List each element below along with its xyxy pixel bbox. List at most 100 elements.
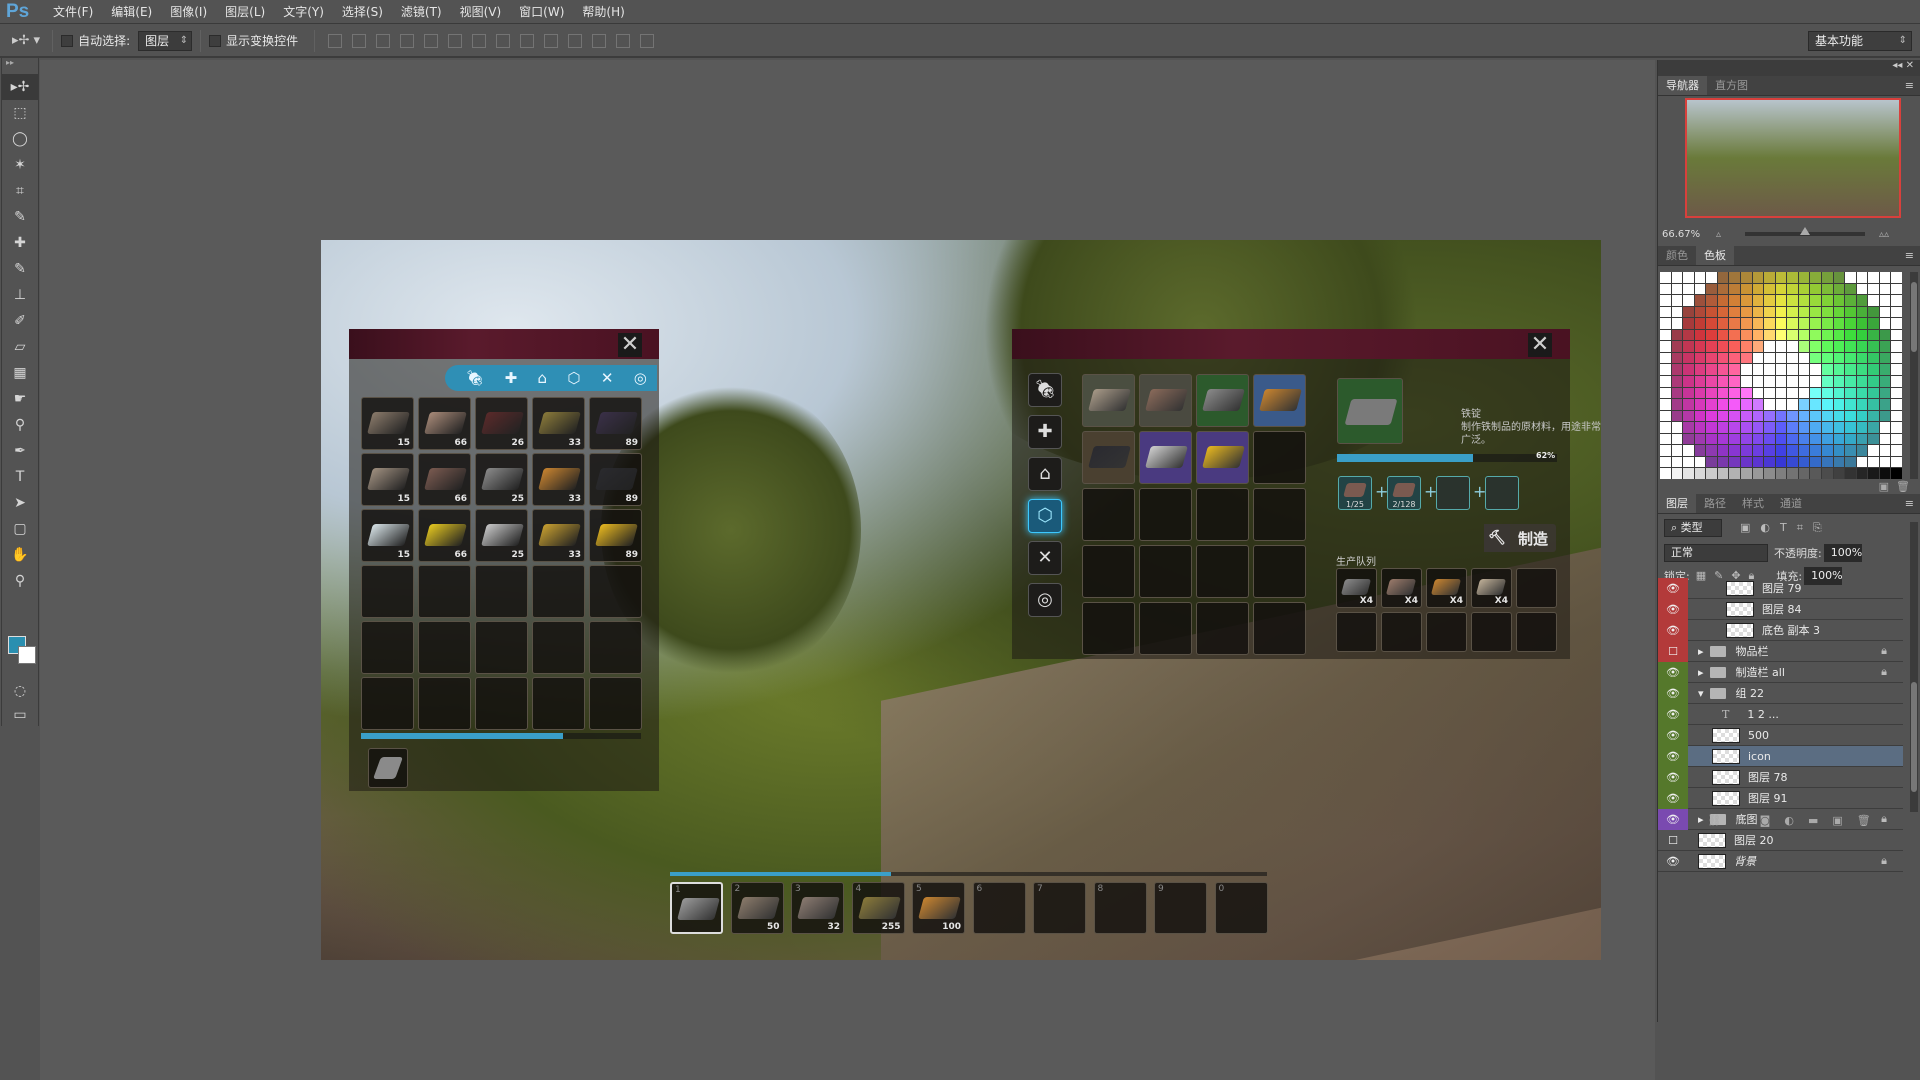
recipe-slot[interactable]	[1139, 545, 1192, 598]
swatch[interactable]	[1660, 283, 1671, 295]
swatch[interactable]	[1891, 433, 1902, 445]
swatch[interactable]	[1717, 468, 1729, 479]
swatch[interactable]	[1833, 306, 1845, 318]
swatch[interactable]	[1775, 468, 1787, 479]
swatch[interactable]	[1717, 387, 1729, 399]
swatch[interactable]	[1879, 364, 1891, 375]
swatch[interactable]	[1694, 306, 1706, 318]
swatch[interactable]	[1752, 295, 1764, 306]
align-distribute-icon[interactable]	[496, 33, 511, 48]
swatch[interactable]	[1879, 456, 1891, 468]
swatch[interactable]	[1868, 433, 1879, 445]
swatch[interactable]	[1729, 410, 1740, 422]
swatch[interactable]	[1810, 387, 1821, 399]
swatch[interactable]	[1706, 341, 1717, 352]
swatch[interactable]	[1810, 318, 1821, 329]
inventory-slot[interactable]: 15	[361, 509, 414, 562]
swatch[interactable]	[1683, 410, 1694, 422]
swatch[interactable]	[1868, 387, 1879, 399]
swatch[interactable]	[1798, 410, 1810, 422]
swatch[interactable]	[1683, 433, 1694, 445]
swatch[interactable]	[1879, 272, 1891, 283]
tab-layers[interactable]: 图层	[1658, 494, 1696, 513]
swatch[interactable]	[1740, 295, 1752, 306]
swatch[interactable]	[1868, 318, 1879, 329]
swatch[interactable]	[1694, 387, 1706, 399]
swatch[interactable]	[1821, 387, 1833, 399]
resources-category-icon[interactable]: ⬡	[567, 369, 580, 387]
swatch[interactable]	[1671, 306, 1683, 318]
swatch[interactable]	[1729, 399, 1740, 410]
swatch[interactable]	[1775, 364, 1787, 375]
visibility-toggle[interactable]: 👁︎	[1658, 724, 1688, 746]
visibility-toggle[interactable]: 👁︎	[1658, 598, 1688, 620]
layer-filter-icons[interactable]: ▣◐T⌗⎘	[1740, 521, 1832, 535]
toolbox-collapse[interactable]: ▸▸	[2, 58, 38, 74]
align-distribute-icon[interactable]	[544, 33, 559, 48]
swatch[interactable]	[1845, 468, 1856, 479]
swatch[interactable]	[1752, 399, 1764, 410]
layer-row[interactable]: 👁︎ 图层 79	[1658, 577, 1903, 599]
move-tool-preset[interactable]: ▸✢ ▾	[12, 33, 40, 48]
inventory-slot[interactable]: 66	[418, 509, 471, 562]
swatch[interactable]	[1671, 375, 1683, 387]
swatch[interactable]	[1856, 445, 1868, 456]
swatch[interactable]	[1694, 456, 1706, 468]
layers-scrollbar[interactable]	[1910, 522, 1918, 812]
swatch[interactable]	[1683, 445, 1694, 456]
swatch[interactable]	[1740, 422, 1752, 433]
swatch[interactable]	[1798, 295, 1810, 306]
swatch[interactable]	[1810, 295, 1821, 306]
align-distribute-icon[interactable]	[448, 33, 463, 48]
swatch[interactable]	[1717, 318, 1729, 329]
swatch[interactable]	[1787, 272, 1798, 283]
hotbar-slot[interactable]: 8	[1093, 882, 1147, 934]
new-swatch-icon[interactable]: ▣	[1879, 480, 1889, 493]
swatch[interactable]	[1764, 456, 1775, 468]
craft-category-traps[interactable]: ◎	[1028, 583, 1062, 617]
layer-row[interactable]: 👁︎ 底色 副本 3	[1658, 619, 1903, 641]
swatch[interactable]	[1845, 445, 1856, 456]
swatch[interactable]	[1798, 387, 1810, 399]
swatch[interactable]	[1717, 341, 1729, 352]
hotbar-slot[interactable]: 1	[670, 882, 723, 934]
swatch[interactable]	[1810, 272, 1821, 283]
visibility-toggle[interactable]: 👁︎	[1658, 851, 1688, 872]
swatch[interactable]	[1717, 422, 1729, 433]
hotbar-slot[interactable]: 4 255	[851, 882, 905, 934]
queue-slot[interactable]	[1471, 612, 1512, 652]
swatch[interactable]	[1821, 364, 1833, 375]
delete-layer-icon[interactable]: 🗑︎	[1857, 814, 1871, 827]
swatch[interactable]	[1845, 341, 1856, 352]
swatch[interactable]	[1660, 433, 1671, 445]
swatch[interactable]	[1729, 445, 1740, 456]
swatch[interactable]	[1729, 318, 1740, 329]
swatch[interactable]	[1671, 433, 1683, 445]
swatch[interactable]	[1856, 318, 1868, 329]
recipe-slot[interactable]	[1253, 488, 1306, 541]
swatch[interactable]	[1752, 456, 1764, 468]
swatch[interactable]	[1798, 352, 1810, 364]
swatch[interactable]	[1752, 375, 1764, 387]
equipped-tool-slot[interactable]	[368, 748, 408, 788]
swatch[interactable]	[1729, 433, 1740, 445]
recipe-slot[interactable]	[1253, 431, 1306, 484]
magic-wand-tool-icon[interactable]: ✶	[2, 152, 38, 178]
swatch[interactable]	[1787, 410, 1798, 422]
healing-tool-icon[interactable]: ✚	[2, 230, 38, 256]
swatch[interactable]	[1891, 468, 1902, 479]
blend-mode-dropdown[interactable]: 正常	[1664, 544, 1768, 562]
swatches-scrollbar[interactable]	[1910, 272, 1918, 479]
zoom-out-icon[interactable]: ▵	[1716, 229, 1721, 240]
swatch[interactable]	[1706, 410, 1717, 422]
layer-row[interactable]: 👁︎ icon	[1658, 745, 1903, 767]
swatch[interactable]	[1868, 364, 1879, 375]
swatch[interactable]	[1891, 410, 1902, 422]
swatch[interactable]	[1833, 445, 1845, 456]
swatch[interactable]	[1764, 352, 1775, 364]
recipe-slot[interactable]	[1082, 545, 1135, 598]
quick-mask-icon[interactable]: ◌	[2, 678, 38, 704]
swatch[interactable]	[1879, 295, 1891, 306]
swatch[interactable]	[1717, 352, 1729, 364]
swatch[interactable]	[1787, 445, 1798, 456]
